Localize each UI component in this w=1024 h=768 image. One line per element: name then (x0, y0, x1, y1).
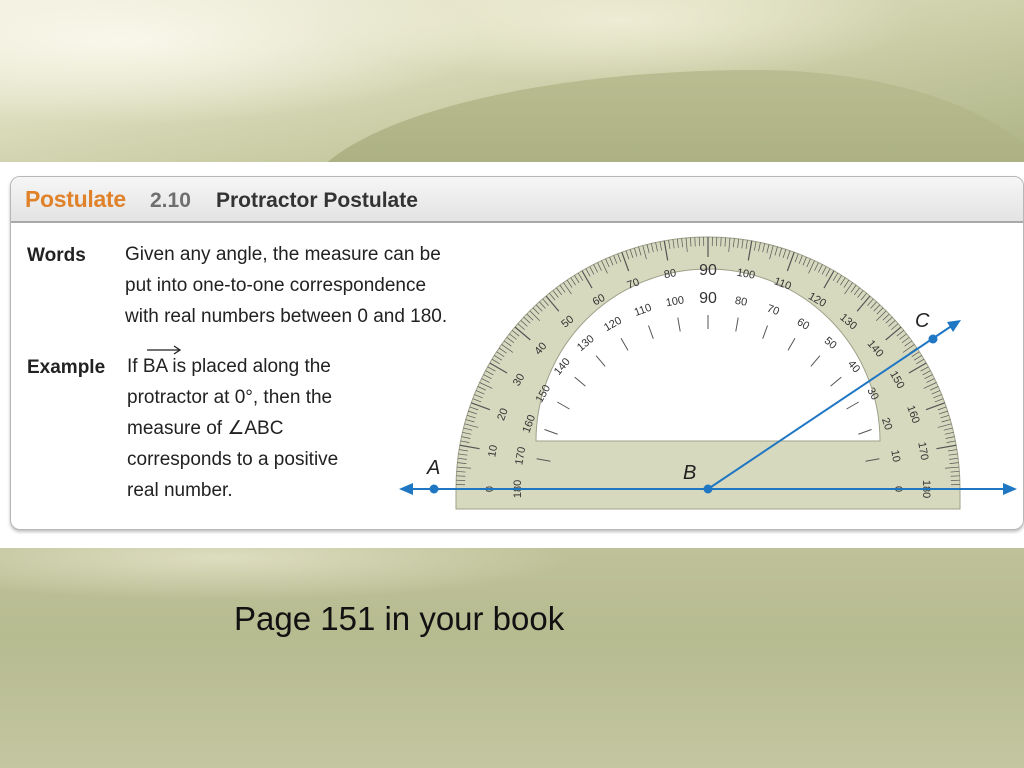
background-bottom (0, 548, 1024, 768)
point-label-b: B (683, 462, 696, 484)
protractor-diagram: 0102030405060708090100110120130140150160… (399, 236, 1017, 510)
point-c (928, 334, 938, 344)
outer-scale-label: 90 (699, 262, 717, 279)
outer-scale-label: 10 (486, 444, 500, 458)
footer-text: Page 151 in your book (234, 600, 565, 637)
postulate-card: Postulate 2.10 Protractor Postulate Word… (10, 176, 1024, 530)
arrowhead-right (1003, 483, 1017, 495)
inner-scale-label: 10 (888, 449, 902, 463)
background-top (0, 0, 1024, 210)
point-b (703, 484, 713, 494)
arrowhead-c (947, 320, 961, 332)
outer-scale-label: 80 (663, 267, 677, 281)
point-label-a: A (426, 457, 440, 479)
arrowhead-left (399, 483, 413, 495)
inner-scale-label: 80 (734, 295, 748, 309)
point-label-c: C (915, 310, 930, 332)
point-a (429, 484, 439, 494)
inner-scale-label: 90 (699, 290, 717, 307)
